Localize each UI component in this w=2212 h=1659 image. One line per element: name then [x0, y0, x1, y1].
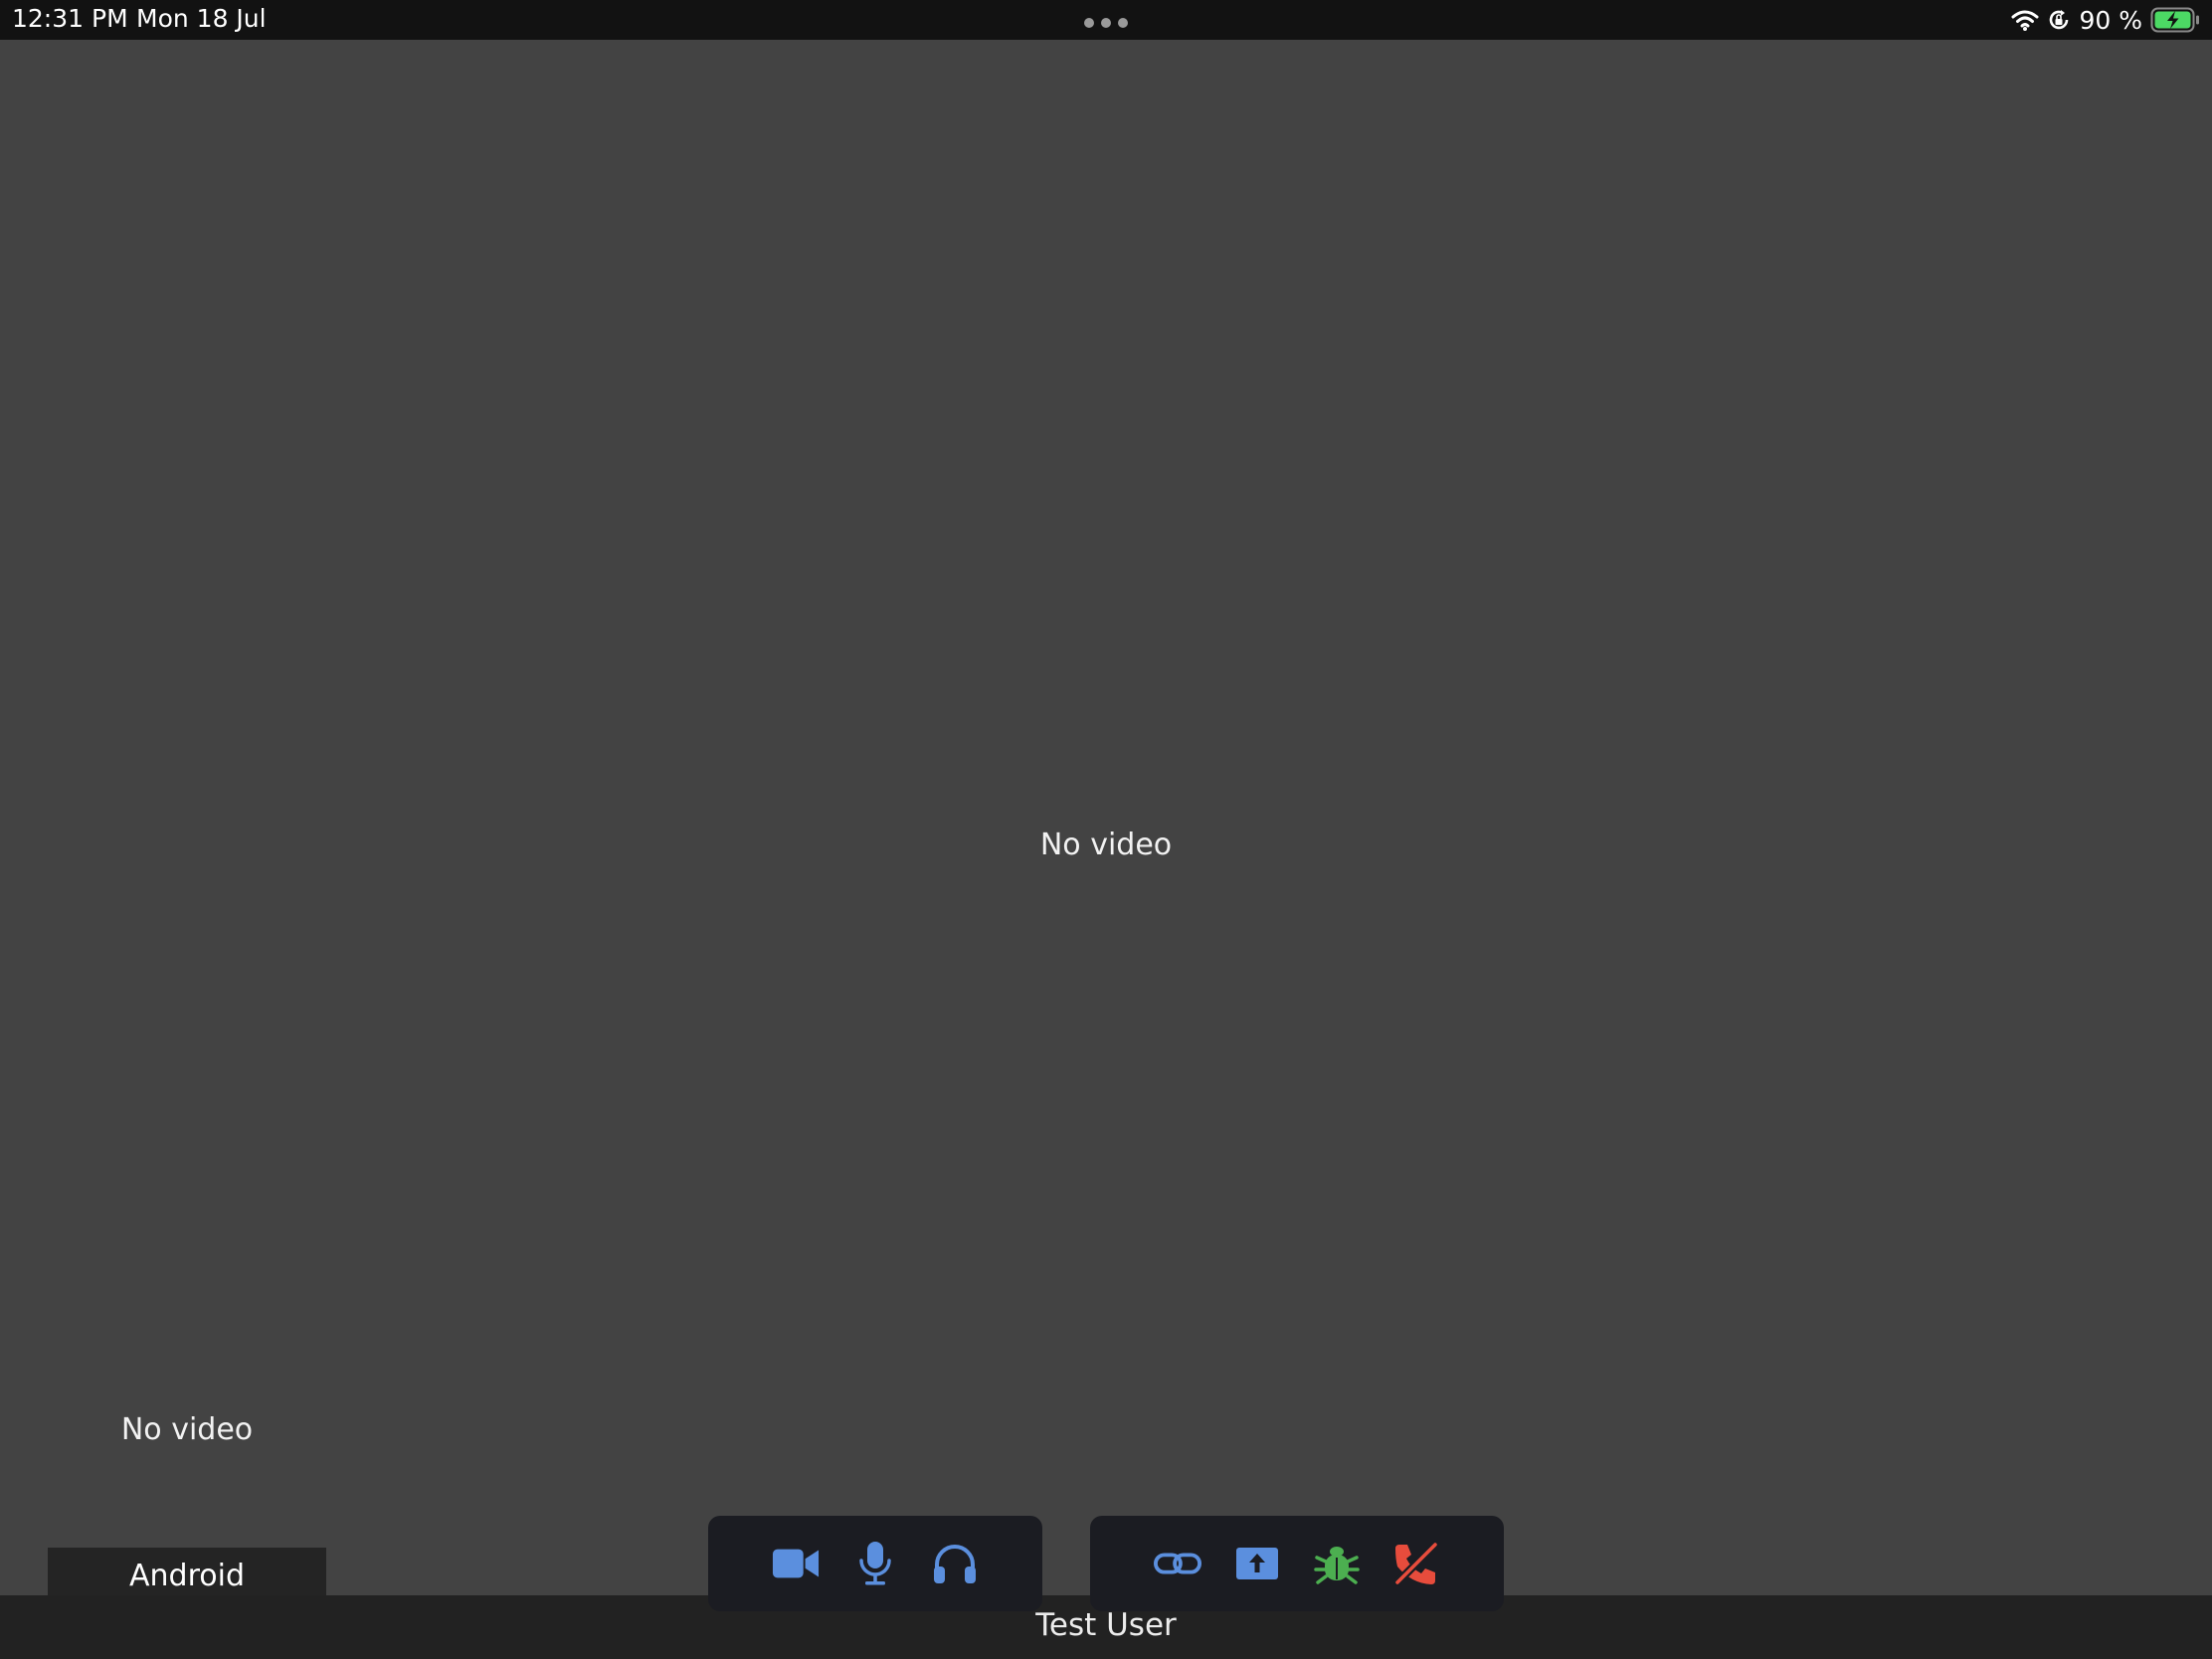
- audio-output-button[interactable]: [931, 1540, 979, 1587]
- pip-participant-label: Android: [48, 1548, 326, 1597]
- battery-charging-icon: [2150, 7, 2199, 33]
- debug-button[interactable]: [1313, 1540, 1361, 1587]
- microphone-icon: [859, 1542, 891, 1585]
- multitasking-dots[interactable]: [1084, 18, 1128, 28]
- pip-no-video-text: No video: [120, 1412, 254, 1447]
- headphones-icon: [934, 1545, 976, 1583]
- microphone-toggle-button[interactable]: [851, 1540, 899, 1587]
- call-actions-toolbar: [1090, 1516, 1504, 1611]
- main-no-video-text: No video: [1039, 828, 1173, 862]
- media-controls-toolbar: [708, 1516, 1042, 1611]
- share-upload-icon: [1236, 1548, 1278, 1579]
- status-right: 90 %: [2011, 3, 2200, 37]
- status-time: 12:31 PM: [12, 4, 128, 33]
- video-camera-icon: [772, 1549, 820, 1578]
- bug-icon: [1314, 1547, 1360, 1584]
- camera-toggle-button[interactable]: [772, 1540, 820, 1587]
- status-date: Mon 18 Jul: [136, 4, 267, 33]
- wifi-icon: [2011, 10, 2039, 31]
- hang-up-phone-icon: [1393, 1541, 1439, 1586]
- share-screen-button[interactable]: [1233, 1540, 1281, 1587]
- end-call-button[interactable]: [1392, 1540, 1440, 1587]
- status-bar: 12:31 PM Mon 18 Jul 90 %: [0, 0, 2212, 40]
- main-video-area[interactable]: [0, 40, 2212, 1595]
- orientation-lock-icon: [2050, 10, 2069, 30]
- link-icon: [1154, 1553, 1201, 1574]
- copy-link-button[interactable]: [1154, 1540, 1201, 1587]
- battery-percent: 90 %: [2079, 5, 2142, 35]
- local-user-name: Test User: [1035, 1607, 1177, 1643]
